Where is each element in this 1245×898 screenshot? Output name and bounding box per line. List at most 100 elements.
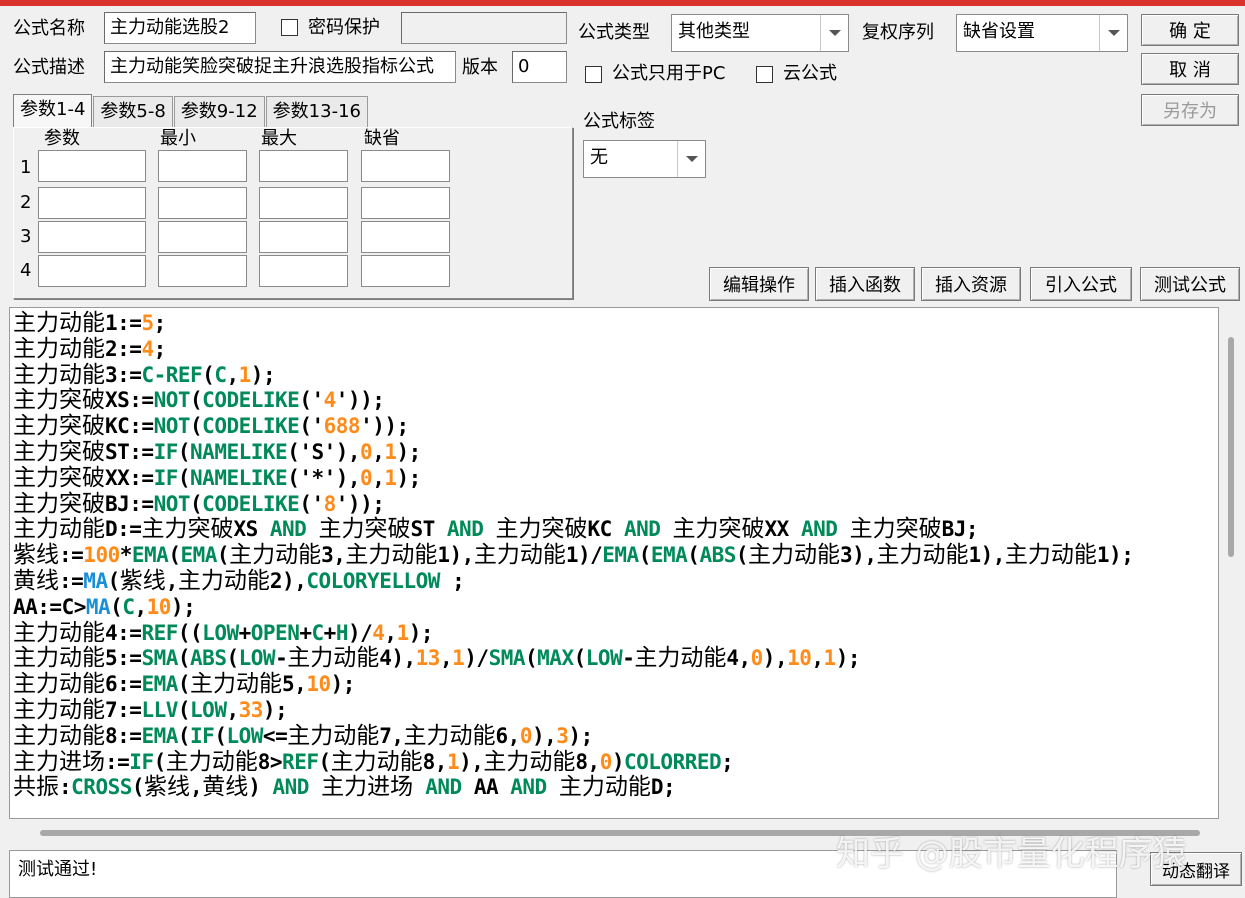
code-token: 1: [823, 646, 837, 671]
code-token: 0: [360, 439, 373, 464]
code-token: );: [568, 723, 593, 748]
code-token: 2),: [269, 568, 307, 593]
code-token: 1: [238, 362, 252, 387]
test-formula-button[interactable]: 测试公式: [1140, 267, 1240, 301]
code-token: 1: [446, 749, 460, 774]
code-token: 7,: [379, 723, 404, 748]
param-3-min-input[interactable]: [158, 221, 247, 253]
password-input[interactable]: [401, 12, 567, 44]
code-token: (: [110, 594, 123, 619]
param-3-name-input[interactable]: [38, 221, 146, 253]
password-label: 密码保护: [308, 17, 380, 38]
password-checkbox[interactable]: [281, 19, 298, 36]
save-as-button[interactable]: 另存为: [1141, 94, 1239, 126]
code-token: BJ;: [941, 517, 979, 542]
code-token: 1),: [437, 543, 474, 568]
code-line: 主力动能8:=EMA(IF(LOW<=主力动能7,主力动能6,0),3);: [13, 723, 1218, 750]
rights-select[interactable]: 缺省设置: [956, 14, 1128, 52]
code-line: 主力动能3:=C-REF(C,1);: [13, 361, 1218, 389]
ok-button[interactable]: 确 定: [1141, 14, 1239, 46]
tab-params-13-16[interactable]: 参数13-16: [265, 96, 368, 128]
tag-select[interactable]: 无: [583, 140, 706, 178]
param-col-name: 参数: [44, 128, 80, 149]
code-token: EMA: [650, 543, 688, 568]
chevron-down-icon[interactable]: [1099, 15, 1127, 51]
formula-code-editor[interactable]: 主力动能1:=5; 主力动能2:=4; 主力动能3:=C-REF(C,1); 主力突破…: [9, 307, 1219, 819]
param-1-min-input[interactable]: [158, 150, 247, 182]
code-token: 主力突破: [849, 516, 942, 543]
tab-params-5-8[interactable]: 参数5-8: [93, 96, 173, 128]
code-token: 688: [323, 414, 361, 439]
code-token: (: [190, 491, 203, 516]
formula-name-label: 公式名称: [13, 18, 85, 39]
code-token: 主力动能: [229, 542, 322, 569]
code-token: IF: [153, 439, 179, 464]
pc-only-checkbox[interactable]: [585, 66, 602, 83]
code-token: '));: [335, 388, 385, 413]
code-token: 主力动能: [473, 542, 566, 569]
code-token: CROSS: [71, 775, 132, 800]
code-token: 4),: [379, 646, 416, 671]
formula-desc-input[interactable]: 主力动能笑脸突破捉主升浪选股指标公式: [104, 51, 456, 83]
param-4-name-input[interactable]: [38, 255, 146, 287]
code-token: :=: [105, 749, 130, 774]
param-4-min-input[interactable]: [158, 255, 247, 287]
code-token: MA: [85, 594, 111, 619]
code-token: 主力突破: [13, 490, 105, 517]
cloud-checkbox[interactable]: [756, 66, 773, 83]
code-token: 100: [83, 543, 120, 568]
code-token: 1: [384, 465, 397, 490]
formula-type-select[interactable]: 其他类型: [671, 14, 849, 52]
code-token: 主力动能: [13, 361, 105, 388]
param-4-default-input[interactable]: [361, 255, 450, 287]
vertical-scroll-thumb[interactable]: [1228, 337, 1234, 557]
code-token: *: [119, 543, 133, 568]
rights-value: 缺省设置: [963, 21, 1035, 42]
code-token: ),: [531, 723, 557, 748]
code-token: 主力动能: [13, 645, 105, 672]
tab-params-9-12[interactable]: 参数9-12: [173, 96, 265, 128]
code-token: EMA: [602, 543, 639, 568]
code-token: 主力动能: [345, 542, 438, 569]
param-2-name-input[interactable]: [38, 187, 146, 219]
param-3-max-input[interactable]: [259, 221, 348, 253]
param-1-name-input[interactable]: [38, 150, 146, 182]
code-token: '));: [335, 491, 385, 516]
chevron-down-icon[interactable]: [677, 141, 705, 177]
code-token: );: [262, 697, 288, 722]
code-token: 0: [360, 465, 373, 490]
import-formula-button[interactable]: 引入公式: [1030, 267, 1132, 301]
code-token: 主力动能: [190, 671, 283, 698]
code-token: LOW: [585, 646, 623, 671]
tab-params-1-4[interactable]: 参数1-4: [13, 94, 93, 128]
cloud-label: 云公式: [783, 63, 837, 84]
chevron-down-icon[interactable]: [820, 15, 848, 51]
code-token: EMA: [141, 672, 178, 697]
code-token: AND: [446, 517, 484, 542]
param-1-max-input[interactable]: [259, 150, 348, 182]
param-4-max-input[interactable]: [259, 255, 348, 287]
code-token: KC: [587, 517, 624, 542]
watermark-text: 知乎 @股市量化程序猿: [836, 834, 1187, 874]
pc-only-label: 公式只用于PC: [612, 63, 726, 84]
param-3-default-input[interactable]: [361, 221, 450, 253]
code-line: 主力动能6:=EMA(主力动能5,10);: [13, 671, 1218, 698]
code-line: 主力突破KC:=NOT(CODELIKE('688'));: [13, 413, 1218, 440]
param-2-max-input[interactable]: [259, 187, 348, 219]
version-input[interactable]: 0: [512, 51, 567, 83]
cancel-button[interactable]: 取 消: [1141, 53, 1239, 85]
param-2-default-input[interactable]: [361, 187, 450, 219]
formula-desc-label: 公式描述: [13, 57, 85, 78]
formula-name-input[interactable]: 主力动能选股2: [104, 12, 256, 44]
insert-resource-button[interactable]: 插入资源: [921, 267, 1021, 301]
code-token: REF: [165, 362, 203, 387]
param-2-min-input[interactable]: [158, 187, 247, 219]
edit-ops-button[interactable]: 编辑操作: [709, 267, 809, 301]
code-token: (: [177, 439, 191, 464]
code-token: 1: [452, 646, 465, 671]
insert-function-button[interactable]: 插入函数: [815, 267, 915, 301]
code-token: 3),: [840, 543, 877, 568]
param-1-default-input[interactable]: [361, 150, 450, 182]
